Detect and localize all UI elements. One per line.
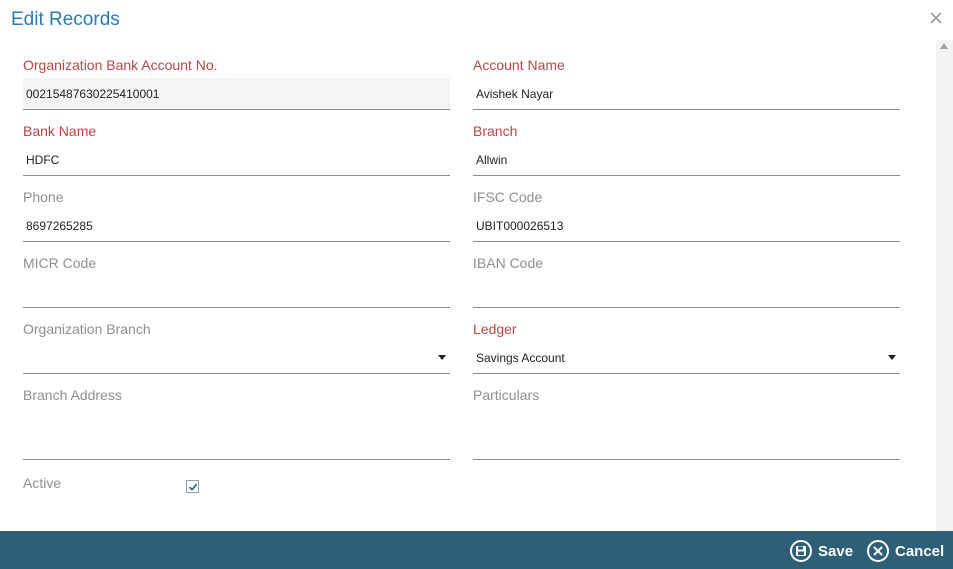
- micr-code-label: MICR Code: [23, 255, 97, 271]
- ledger-label: Ledger: [473, 321, 517, 337]
- org-branch-select[interactable]: [23, 342, 450, 374]
- save-label: Save: [818, 542, 854, 560]
- ifsc-code-input[interactable]: UBIT000026513: [473, 210, 900, 242]
- branch-field: Branch Allwin: [473, 122, 900, 176]
- ledger-select[interactable]: Savings Account: [473, 342, 900, 374]
- vertical-scrollbar[interactable]: [936, 40, 953, 531]
- ifsc-code-field: IFSC Code UBIT000026513: [473, 188, 900, 242]
- account-name-field: Account Name Avishek Nayar: [473, 56, 900, 110]
- org-bank-account-input[interactable]: 00215487630225410001: [23, 78, 450, 110]
- micr-code-field: MICR Code: [23, 254, 450, 308]
- iban-code-input[interactable]: [473, 276, 900, 308]
- close-icon[interactable]: [929, 11, 945, 27]
- caret-down-icon[interactable]: [888, 355, 896, 360]
- branch-address-label: Branch Address: [23, 387, 122, 403]
- particulars-field: Particulars: [473, 386, 900, 460]
- org-bank-account-field: Organization Bank Account No. 0021548763…: [23, 56, 450, 110]
- ifsc-code-label: IFSC Code: [473, 189, 543, 205]
- x-circle-icon: [867, 540, 889, 562]
- org-branch-label: Organization Branch: [23, 321, 151, 337]
- account-name-input[interactable]: Avishek Nayar: [473, 78, 900, 110]
- branch-input[interactable]: Allwin: [473, 144, 900, 176]
- dialog-footer: Save Cancel: [0, 531, 953, 569]
- branch-label: Branch: [473, 123, 518, 139]
- org-branch-field: Organization Branch: [23, 320, 450, 374]
- particulars-textarea[interactable]: [473, 408, 900, 460]
- branch-address-textarea[interactable]: [23, 408, 450, 460]
- active-label: Active: [23, 475, 62, 491]
- org-bank-account-label: Organization Bank Account No.: [23, 57, 218, 73]
- branch-address-field: Branch Address: [23, 386, 450, 460]
- floppy-disk-icon: [790, 540, 812, 562]
- bank-name-field: Bank Name HDFC: [23, 122, 450, 176]
- active-checkbox[interactable]: [186, 480, 199, 493]
- cancel-label: Cancel: [895, 542, 945, 560]
- checkmark-icon: [188, 483, 198, 491]
- caret-down-icon[interactable]: [438, 355, 446, 360]
- cancel-button[interactable]: Cancel: [867, 539, 944, 563]
- scroll-up-arrow-icon[interactable]: [940, 43, 948, 49]
- bank-name-label: Bank Name: [23, 123, 97, 139]
- dialog-title: Edit Records: [11, 9, 120, 30]
- phone-input[interactable]: 8697265285: [23, 210, 450, 242]
- phone-label: Phone: [23, 189, 64, 205]
- account-name-label: Account Name: [473, 57, 565, 73]
- save-button[interactable]: Save: [790, 539, 853, 563]
- iban-code-label: IBAN Code: [473, 255, 544, 271]
- iban-code-field: IBAN Code: [473, 254, 900, 308]
- ledger-field: Ledger Savings Account: [473, 320, 900, 374]
- micr-code-input[interactable]: [23, 276, 450, 308]
- bank-name-input[interactable]: HDFC: [23, 144, 450, 176]
- ledger-selected-value: Savings Account: [476, 350, 565, 365]
- particulars-label: Particulars: [473, 387, 540, 403]
- phone-field: Phone 8697265285: [23, 188, 450, 242]
